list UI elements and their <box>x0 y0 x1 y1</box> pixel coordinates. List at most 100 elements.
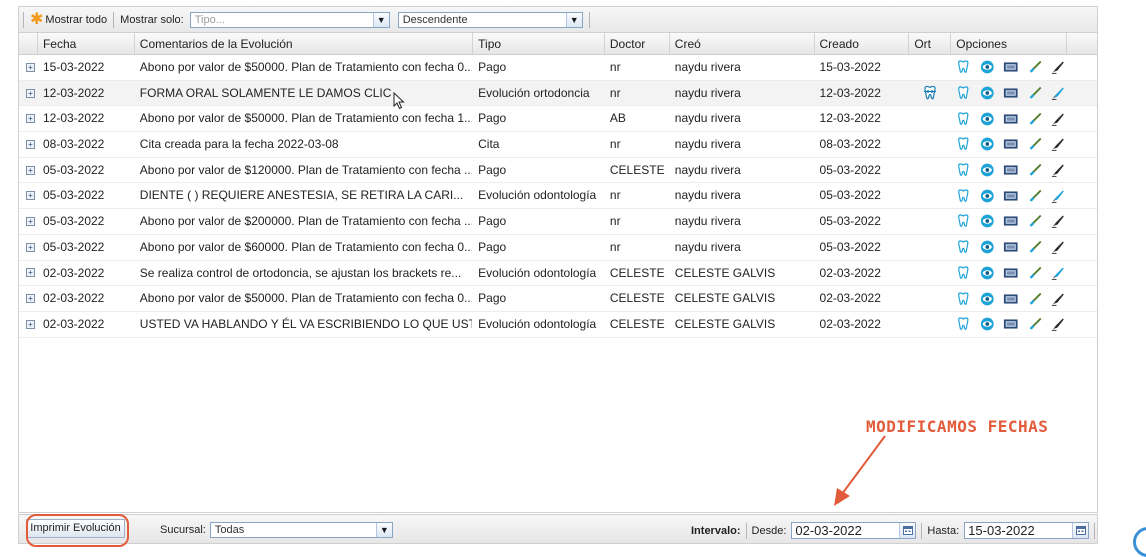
show-all-button[interactable]: ✱ Mostrar todo <box>30 11 107 27</box>
expand-row-button[interactable]: + <box>19 261 38 286</box>
table-row[interactable]: + 05-03-2022 Abono por valor de $60000. … <box>19 235 1097 261</box>
desde-date-field[interactable]: 02-03-2022 <box>791 522 917 539</box>
chevron-down-icon[interactable]: ▼ <box>372 12 389 27</box>
sucursal-value[interactable]: Todas <box>211 523 376 537</box>
print-icon[interactable] <box>1003 162 1018 178</box>
print-icon[interactable] <box>1003 111 1018 127</box>
pen-icon[interactable] <box>1051 316 1066 332</box>
plus-icon[interactable]: + <box>25 165 35 175</box>
chevron-down-icon[interactable]: ▼ <box>565 12 582 27</box>
header-fecha[interactable]: Fecha <box>38 33 135 54</box>
header-comentarios[interactable]: Comentarios de la Evolución <box>135 33 474 54</box>
table-row[interactable]: + 05-03-2022 Abono por valor de $200000.… <box>19 209 1097 235</box>
chevron-down-icon[interactable]: ▼ <box>375 523 392 537</box>
tooth-icon[interactable] <box>956 188 971 204</box>
eye-icon[interactable] <box>980 188 995 204</box>
type-filter-input[interactable]: Tipo... <box>191 13 373 27</box>
calendar-icon[interactable] <box>1072 523 1089 538</box>
tooth-icon[interactable] <box>956 291 971 307</box>
table-row[interactable]: + 02-03-2022 Se realiza control de ortod… <box>19 261 1097 287</box>
brush-icon[interactable] <box>1028 291 1043 307</box>
expand-row-button[interactable]: + <box>19 286 38 311</box>
tooth-icon[interactable] <box>956 111 971 127</box>
table-row[interactable]: + 05-03-2022 Abono por valor de $120000.… <box>19 158 1097 184</box>
braces-tooth-icon[interactable] <box>922 85 938 101</box>
eye-icon[interactable] <box>980 162 995 178</box>
sucursal-combo[interactable]: Todas ▼ <box>209 522 393 538</box>
eye-icon[interactable] <box>980 265 995 281</box>
print-icon[interactable] <box>1003 316 1018 332</box>
brush-icon[interactable] <box>1028 265 1043 281</box>
header-tipo[interactable]: Tipo <box>473 33 605 54</box>
pen-icon[interactable] <box>1051 111 1066 127</box>
expand-row-button[interactable]: + <box>19 81 38 106</box>
table-row[interactable]: + 12-03-2022 FORMA ORAL SOLAMENTE LE DAM… <box>19 80 1097 107</box>
brush-icon[interactable] <box>1028 85 1043 101</box>
header-ort[interactable]: Ort <box>909 33 952 54</box>
print-icon[interactable] <box>1003 291 1018 307</box>
expand-row-button[interactable]: + <box>19 209 38 234</box>
table-row[interactable]: + 05-03-2022 DIENTE ( ) REQUIERE ANESTES… <box>19 183 1097 210</box>
header-creado[interactable]: Creado <box>815 33 910 54</box>
plus-icon[interactable]: + <box>25 114 35 124</box>
tooth-icon[interactable] <box>956 85 971 101</box>
print-icon[interactable] <box>1003 188 1018 204</box>
expand-row-button[interactable]: + <box>19 235 38 260</box>
plus-icon[interactable]: + <box>25 139 35 149</box>
eye-icon[interactable] <box>980 111 995 127</box>
pen-icon[interactable] <box>1051 213 1066 229</box>
plus-icon[interactable]: + <box>25 294 35 304</box>
hasta-date-field[interactable]: 15-03-2022 <box>964 522 1090 539</box>
expand-row-button[interactable]: + <box>19 132 38 157</box>
eye-icon[interactable] <box>980 85 995 101</box>
pen-icon[interactable] <box>1051 239 1066 255</box>
eye-icon[interactable] <box>980 239 995 255</box>
brush-icon[interactable] <box>1028 162 1043 178</box>
plus-icon[interactable]: + <box>25 88 35 98</box>
plus-icon[interactable]: + <box>25 268 35 278</box>
type-filter-combo[interactable]: Tipo... ▼ <box>189 11 390 28</box>
tooth-icon[interactable] <box>956 265 971 281</box>
hasta-date-input[interactable]: 15-03-2022 <box>965 523 1072 538</box>
table-row[interactable]: + 02-03-2022 USTED VA HABLANDO Y ÉL VA E… <box>19 312 1097 338</box>
pen-icon[interactable] <box>1051 59 1066 75</box>
brush-icon[interactable] <box>1028 316 1043 332</box>
header-doctor[interactable]: Doctor <box>605 33 670 54</box>
expand-row-button[interactable]: + <box>19 55 38 80</box>
plus-icon[interactable]: + <box>25 216 35 226</box>
brush-icon[interactable] <box>1028 188 1043 204</box>
print-icon[interactable] <box>1003 239 1018 255</box>
pen-icon[interactable] <box>1051 188 1066 204</box>
tooth-icon[interactable] <box>956 59 971 75</box>
eye-icon[interactable] <box>980 136 995 152</box>
brush-icon[interactable] <box>1028 111 1043 127</box>
expand-row-button[interactable]: + <box>19 312 38 337</box>
eye-icon[interactable] <box>980 59 995 75</box>
brush-icon[interactable] <box>1028 239 1043 255</box>
pen-icon[interactable] <box>1051 85 1066 101</box>
print-icon[interactable] <box>1003 59 1018 75</box>
table-row[interactable]: + 02-03-2022 Abono por valor de $50000. … <box>19 286 1097 312</box>
tooth-icon[interactable] <box>956 162 971 178</box>
calendar-icon[interactable] <box>899 523 916 538</box>
table-row[interactable]: + 12-03-2022 Abono por valor de $50000. … <box>19 106 1097 133</box>
tooth-icon[interactable] <box>956 213 971 229</box>
tooth-icon[interactable] <box>956 239 971 255</box>
desde-date-input[interactable]: 02-03-2022 <box>792 523 899 538</box>
pen-icon[interactable] <box>1051 136 1066 152</box>
brush-icon[interactable] <box>1028 213 1043 229</box>
pen-icon[interactable] <box>1051 291 1066 307</box>
print-icon[interactable] <box>1003 265 1018 281</box>
order-value[interactable]: Descendente <box>399 13 566 27</box>
eye-icon[interactable] <box>980 316 995 332</box>
plus-icon[interactable]: + <box>25 62 35 72</box>
tooth-icon[interactable] <box>956 316 971 332</box>
header-creo[interactable]: Creó <box>670 33 815 54</box>
brush-icon[interactable] <box>1028 136 1043 152</box>
plus-icon[interactable]: + <box>25 191 35 201</box>
tooth-icon[interactable] <box>956 136 971 152</box>
pen-icon[interactable] <box>1051 265 1066 281</box>
plus-icon[interactable]: + <box>25 319 35 329</box>
expand-row-button[interactable]: + <box>19 158 38 183</box>
eye-icon[interactable] <box>980 213 995 229</box>
